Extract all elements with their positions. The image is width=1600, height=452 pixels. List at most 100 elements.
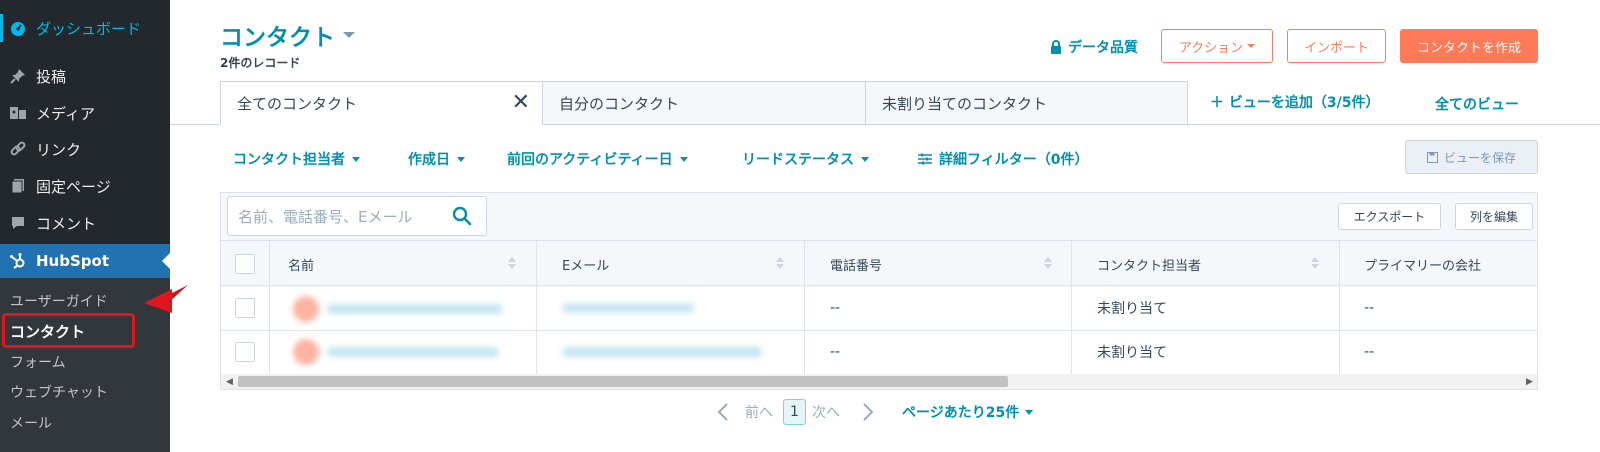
column-header-company[interactable]: プライマリーの会社 <box>1364 241 1481 287</box>
tab-my-contacts[interactable]: 自分のコンタクト <box>542 81 866 125</box>
filter-last-activity[interactable]: 前回のアクティビティー日 <box>507 149 688 169</box>
record-count: 2件のレコード <box>220 56 301 70</box>
column-header-email[interactable]: Eメール <box>562 241 609 287</box>
chevron-down-icon <box>1247 44 1256 48</box>
scroll-right-icon[interactable]: ▶ <box>1526 377 1533 387</box>
sort-icon[interactable] <box>507 255 517 271</box>
media-icon <box>0 105 36 121</box>
redacted-name[interactable] <box>327 304 503 314</box>
add-view-link[interactable]: ＋ ビューを追加（3/5件） <box>1210 92 1379 112</box>
chevron-down-icon <box>343 32 355 38</box>
column-header-phone[interactable]: 電話番号 <box>830 241 882 287</box>
sort-icon[interactable] <box>1310 255 1320 271</box>
import-button[interactable]: インポート <box>1287 29 1386 63</box>
search-input[interactable]: 名前、電話番号、Eメール <box>227 196 487 236</box>
sidebar-item-label: HubSpot <box>36 252 109 270</box>
sidebar-item-label: メディア <box>36 104 95 123</box>
save-icon <box>1426 151 1438 163</box>
column-divider <box>269 240 270 374</box>
filter-lead-status[interactable]: リードステータス <box>742 149 869 169</box>
advanced-filters-button[interactable]: 詳細フィルター（0件） <box>918 149 1088 169</box>
filter-contact-owner[interactable]: コンタクト担当者 <box>233 149 360 169</box>
cell-owner: 未割り当て <box>1097 301 1167 317</box>
filter-created-date[interactable]: 作成日 <box>408 149 465 169</box>
page-title[interactable]: コンタクト <box>220 18 355 52</box>
actions-button-label: アクション <box>1178 40 1244 56</box>
cell-phone: -- <box>830 300 841 316</box>
filter-label: 作成日 <box>408 152 450 168</box>
save-view-button[interactable]: ビューを保存 <box>1405 140 1538 174</box>
row-checkbox[interactable] <box>235 342 255 362</box>
chevron-down-icon <box>1025 409 1034 415</box>
edit-columns-button[interactable]: 列を編集 <box>1455 203 1533 230</box>
tab-unassigned-contacts[interactable]: 未割り当てのコンタクト <box>865 81 1188 125</box>
tab-all-contacts[interactable]: 全てのコンタクト ✕ <box>220 81 543 125</box>
save-view-label: ビューを保存 <box>1443 150 1516 165</box>
filter-label: 前回のアクティビティー日 <box>507 152 673 168</box>
close-icon[interactable]: ✕ <box>512 92 530 114</box>
sidebar-item-links[interactable]: リンク <box>0 131 170 167</box>
cell-company: -- <box>1364 300 1375 316</box>
tab-label: 未割り当てのコンタクト <box>882 94 1048 113</box>
column-header-name[interactable]: 名前 <box>288 241 314 287</box>
sidebar-item-posts[interactable]: 投稿 <box>0 58 170 94</box>
pin-icon <box>0 68 36 84</box>
avatar <box>293 296 319 322</box>
chevron-right-icon[interactable] <box>862 402 874 422</box>
per-page-label: ページあたり25件 <box>902 405 1020 421</box>
red-arrow-icon <box>144 285 188 313</box>
redacted-name[interactable] <box>327 347 499 357</box>
tab-label: 自分のコンタクト <box>559 94 680 113</box>
column-divider <box>804 240 805 374</box>
submenu-item-forms[interactable]: フォーム <box>10 352 66 372</box>
filter-label: コンタクト担当者 <box>233 152 345 168</box>
sidebar-item-label: 投稿 <box>36 67 67 86</box>
comment-icon <box>0 215 36 231</box>
tab-label: 全てのコンタクト <box>237 94 358 113</box>
avatar <box>293 339 319 365</box>
sidebar-item-hubspot[interactable]: HubSpot <box>0 244 170 278</box>
export-button[interactable]: エクスポート <box>1338 203 1441 230</box>
chevron-left-icon[interactable] <box>717 402 729 422</box>
prev-page-button[interactable]: 前へ <box>745 402 773 422</box>
dashboard-icon <box>0 20 36 36</box>
chevron-down-icon <box>457 156 465 162</box>
next-page-button[interactable]: 次へ <box>812 402 840 422</box>
sidebar-item-label: コメント <box>36 214 97 233</box>
column-divider <box>536 240 537 374</box>
cell-owner: 未割り当て <box>1097 345 1167 361</box>
lock-icon <box>1051 40 1061 54</box>
actions-button[interactable]: アクション <box>1161 29 1273 63</box>
redacted-email[interactable] <box>562 303 694 313</box>
scroll-left-icon[interactable]: ◀ <box>226 377 233 387</box>
select-all-checkbox[interactable] <box>235 254 255 274</box>
sort-icon[interactable] <box>1043 255 1053 271</box>
pages-icon <box>0 178 36 194</box>
create-contact-button[interactable]: コンタクトを作成 <box>1400 29 1538 63</box>
column-divider <box>1339 240 1340 374</box>
column-header-owner[interactable]: コンタクト担当者 <box>1097 241 1201 287</box>
row-checkbox[interactable] <box>235 298 255 318</box>
submenu-item-user-guide[interactable]: ユーザーガイド <box>10 291 108 311</box>
column-divider <box>1071 240 1072 374</box>
search-placeholder: 名前、電話番号、Eメール <box>238 207 413 226</box>
scrollbar-thumb[interactable] <box>238 376 1008 387</box>
data-quality-link[interactable]: データ品質 <box>1050 37 1138 57</box>
submenu-item-webchat[interactable]: ウェブチャット <box>10 382 108 402</box>
per-page-select[interactable]: ページあたり25件 <box>902 402 1034 422</box>
sidebar-item-comments[interactable]: コメント <box>0 205 170 241</box>
sort-icon[interactable] <box>775 255 785 271</box>
sidebar-item-dashboard[interactable]: ダッシュボード <box>0 10 170 46</box>
highlight-box <box>2 313 135 348</box>
redacted-email[interactable] <box>562 347 762 357</box>
sidebar-item-label: リンク <box>36 140 82 159</box>
current-page[interactable]: 1 <box>783 399 806 425</box>
search-icon[interactable] <box>452 206 472 226</box>
chevron-down-icon <box>352 156 360 162</box>
sidebar-item-media[interactable]: メディア <box>0 95 170 131</box>
all-views-link[interactable]: 全てのビュー <box>1435 94 1519 114</box>
sidebar-item-pages[interactable]: 固定ページ <box>0 168 170 204</box>
cell-phone: -- <box>830 344 841 360</box>
sidebar-item-label: ダッシュボード <box>36 19 142 38</box>
submenu-item-email[interactable]: メール <box>10 413 52 433</box>
